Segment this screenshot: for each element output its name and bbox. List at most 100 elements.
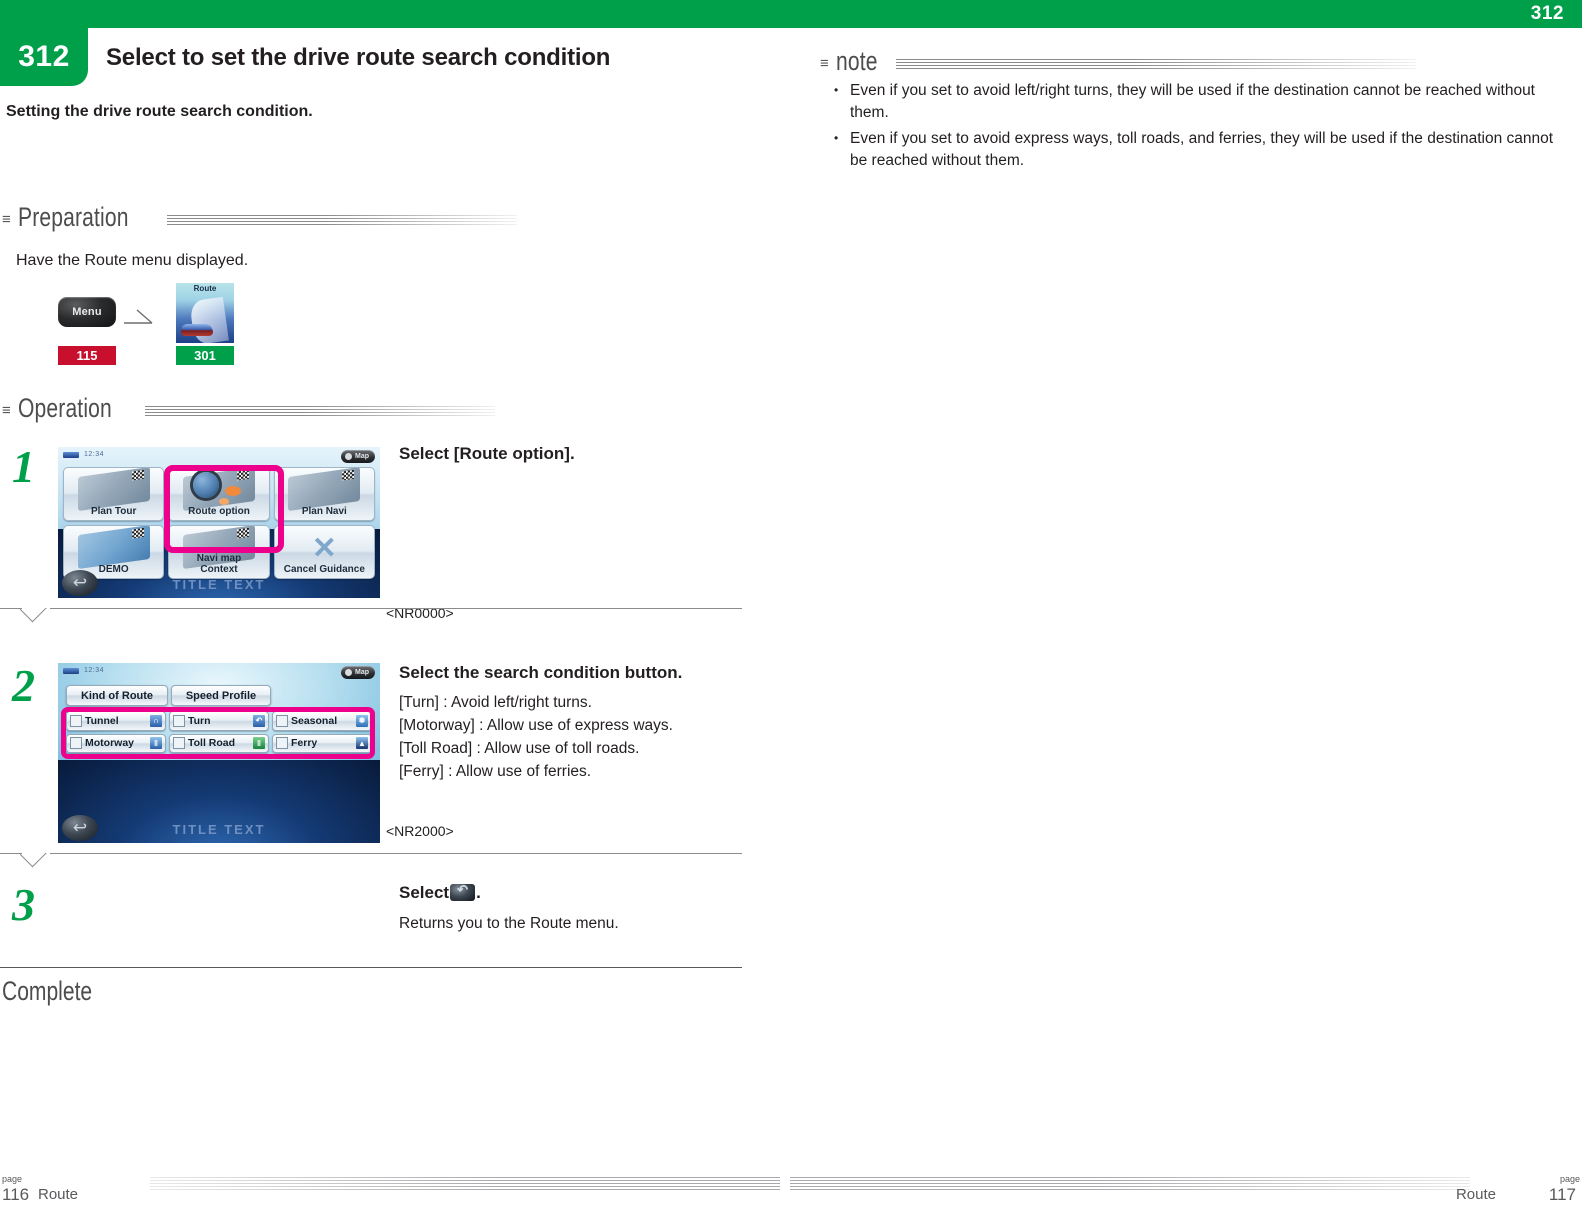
condition-button-turn[interactable]: Turn ↶ (169, 711, 269, 731)
tile-navi-map-context[interactable]: Navi map Context (168, 525, 270, 579)
page-title: Select to set the drive route search con… (106, 44, 611, 71)
step3-title-suffix: . (476, 883, 481, 902)
tile-cancel-guidance[interactable]: ✕ Cancel Guidance (273, 525, 375, 579)
tile-label: Navi map Context (196, 553, 242, 575)
page-reference-badge-route[interactable]: 301 (176, 346, 234, 365)
condition-button-seasonal[interactable]: Seasonal ❅ (272, 711, 372, 731)
operation-heading: ≡ Operation (2, 393, 496, 424)
map-button[interactable]: Map (341, 450, 375, 463)
complete-label: Complete (2, 976, 93, 1006)
page-reference-badge-menu[interactable]: 115 (58, 346, 116, 365)
plan-navi-icon (288, 468, 361, 512)
speed-profile-button[interactable]: Speed Profile (171, 685, 271, 706)
section-glyph-icon: ≡ (2, 402, 11, 419)
motorway-icon: ‖ (150, 737, 162, 750)
condition-label: Motorway (85, 737, 135, 750)
tile-label: Cancel Guidance (283, 564, 365, 575)
note-heading-label: note (835, 46, 878, 76)
preparation-heading-label: Preparation (17, 202, 129, 232)
back-arrow-icon (450, 882, 476, 901)
kind-of-route-button[interactable]: Kind of Route (66, 685, 168, 706)
note-item: Even if you set to avoid left/right turn… (832, 79, 1572, 124)
checkbox-icon[interactable] (276, 714, 288, 727)
checkbox-icon[interactable] (173, 714, 185, 727)
battery-icon (63, 667, 79, 674)
condition-button-tunnel[interactable]: Tunnel ∩ (66, 711, 166, 731)
footer-right-section: Route (1455, 1186, 1496, 1203)
device-status-bar: 12:34 (63, 667, 104, 674)
note-list: Even if you set to avoid left/right turn… (832, 79, 1572, 176)
tile-label: Plan Tour (90, 506, 137, 517)
condition-button-toll-road[interactable]: Toll Road ‖ (169, 733, 269, 753)
tile-plan-navi[interactable]: Plan Navi (273, 467, 375, 521)
preparation-heading: ≡ Preparation (2, 202, 517, 233)
map-button-label: Map (355, 453, 369, 460)
device-status-bar: 12:34 (63, 451, 104, 458)
seasonal-icon: ❅ (356, 714, 368, 727)
step3-title-prefix: Select (399, 883, 450, 902)
footer-left-page-number: 116 (2, 1185, 30, 1204)
chapter-badge: 312 (0, 0, 88, 86)
complete-divider (0, 967, 742, 968)
condition-label: Toll Road (188, 737, 236, 750)
tile-plan-tour[interactable]: Plan Tour (63, 467, 165, 521)
route-menu-tile-grid: Plan Tour Route option Plan Navi DEMO Na… (63, 467, 375, 579)
plan-tour-icon (77, 468, 150, 512)
battery-icon (63, 451, 79, 458)
tile-label: Plan Navi (301, 506, 347, 517)
step2-reference-code: <NR2000> (386, 823, 454, 839)
page-subtitle: Setting the drive route search condition… (6, 103, 313, 120)
operation-heading-label: Operation (17, 393, 112, 423)
route-thumbnail-label: Route (193, 284, 217, 293)
device-clock: 12:34 (84, 667, 105, 674)
condition-label: Ferry (291, 737, 318, 750)
route-option-accent-2 (218, 498, 229, 505)
kind-of-route-label: Kind of Route (80, 689, 154, 702)
note-heading: ≡ note (820, 46, 1417, 77)
footer-rule-left (150, 1177, 780, 1190)
step1-device-screenshot: 12:34 Map Plan Tour Route option Plan Na… (58, 447, 380, 598)
checkbox-icon[interactable] (276, 737, 288, 750)
step1-instruction-title: Select [Route option]. (399, 444, 575, 463)
menu-hardkey-label: Menu (72, 306, 102, 318)
note-item: Even if you set to avoid express ways, t… (832, 127, 1572, 172)
condition-label: Seasonal (291, 714, 338, 727)
step-separator-2 (50, 853, 742, 854)
footer-right-page-number: 117 (1548, 1185, 1576, 1204)
footer-right-page-label: page (1559, 1174, 1580, 1184)
device-title-text: TITLE TEXT (172, 577, 266, 592)
tile-label: Route option (188, 506, 250, 517)
step-number-2: 2 (12, 660, 35, 711)
map-button[interactable]: Map (341, 666, 375, 679)
turn-icon: ↶ (253, 714, 265, 727)
step2-instruction-body: [Turn] : Avoid left/right turns. [Motorw… (399, 694, 673, 780)
flow-arrow-icon (124, 309, 153, 324)
route-thumbnail-road (189, 296, 229, 343)
map-button-label: Map (355, 669, 369, 676)
heading-rule (166, 215, 517, 226)
condition-button-grid: Tunnel ∩ Turn ↶ Seasonal ❅ Motorway ‖ To… (66, 711, 372, 753)
condition-button-ferry[interactable]: Ferry ▲ (272, 733, 372, 753)
route-option-accent (224, 486, 241, 496)
checkbox-icon[interactable] (70, 714, 82, 727)
map-button-dot-icon (345, 669, 352, 676)
step3-instruction-title: Select. (399, 882, 481, 903)
checkbox-icon[interactable] (70, 737, 82, 750)
footer-left-page-label: page (2, 1174, 23, 1184)
step-number-3: 3 (12, 879, 35, 930)
checkbox-icon[interactable] (173, 737, 185, 750)
preparation-text: Have the Route menu displayed. (16, 252, 249, 269)
step-separator-1 (50, 608, 742, 609)
tunnel-icon: ∩ (150, 714, 162, 727)
heading-rule (896, 59, 1417, 70)
toll-road-icon: ‖ (253, 737, 265, 750)
step-separator-notch-1 (20, 608, 52, 624)
condition-button-motorway[interactable]: Motorway ‖ (66, 733, 166, 753)
step2-instruction-title: Select the search condition button. (399, 663, 683, 682)
speed-profile-label: Speed Profile (185, 689, 257, 702)
ferry-icon: ▲ (356, 737, 368, 750)
step-separator-1-left (0, 608, 22, 609)
device-title-text: TITLE TEXT (172, 822, 266, 837)
step2-device-screenshot: 12:34 Map Kind of Route Speed Profile Tu… (58, 663, 380, 843)
tile-route-option[interactable]: Route option (168, 467, 270, 521)
